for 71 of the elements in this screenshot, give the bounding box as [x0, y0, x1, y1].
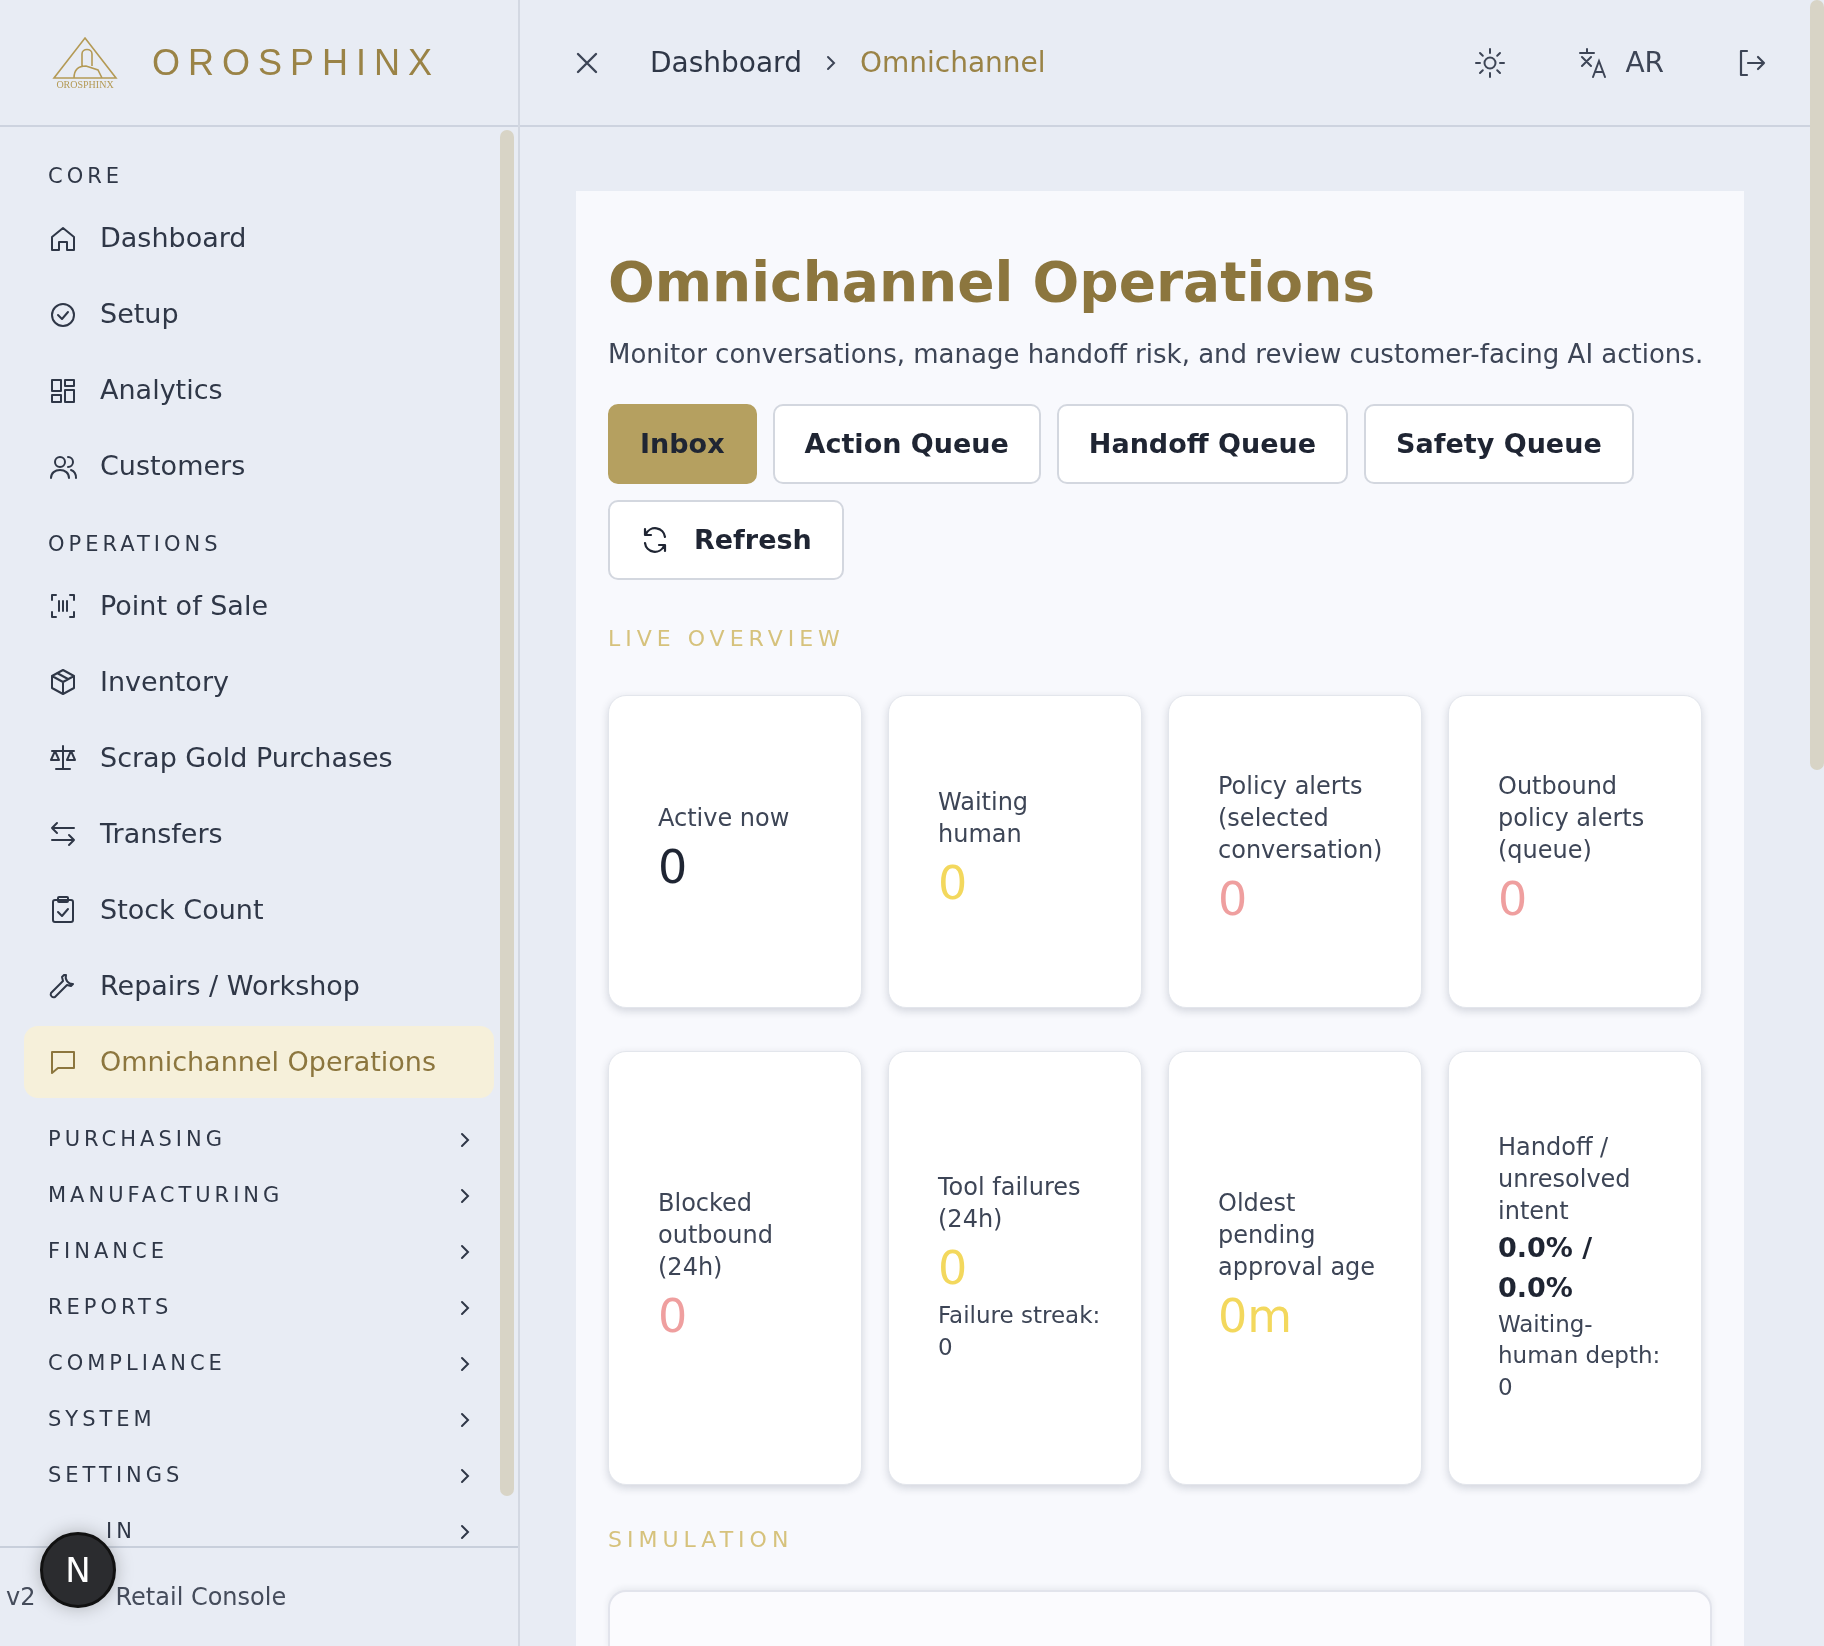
sidebar-item[interactable]: Inventory [24, 646, 494, 718]
metric-label: Oldest pending approval age [1218, 1187, 1377, 1283]
console-label: Retail Console [115, 1582, 287, 1613]
metric-label: Active now [658, 803, 791, 835]
tab[interactable]: Safety Queue [1364, 404, 1634, 484]
metric-value: 0 [1498, 871, 1529, 929]
metric-value: 0 [1218, 871, 1249, 929]
sphinx-logo-icon [52, 35, 118, 80]
metric-label: Waiting human [938, 787, 1030, 851]
tab[interactable]: Handoff Queue [1056, 404, 1349, 484]
nav-group[interactable]: FINANCE [24, 1224, 494, 1280]
chevron-right-icon [460, 1468, 470, 1484]
sidebar-item[interactable]: Stock Count [24, 874, 494, 946]
version-text: v2 [6, 1582, 36, 1613]
metric-value: 0 [658, 1287, 689, 1345]
nav-group[interactable]: PURCHASING [24, 1112, 494, 1168]
chevron-right-icon [825, 54, 836, 71]
nav-group[interactable]: SETTINGS [24, 1448, 494, 1504]
chevron-right-icon [460, 1188, 470, 1204]
breadcrumb-link[interactable]: Dashboard [650, 41, 802, 84]
section-label: SIMULATION [608, 1526, 795, 1554]
section-label: CORE [47, 163, 125, 190]
close-icon[interactable] [576, 51, 598, 74]
metric-label: Handoff / unresolved intent [1498, 1132, 1632, 1227]
metric-label: Blocked outbound (24h) [658, 1187, 774, 1283]
sidebar-item[interactable]: Scrap Gold Purchases [24, 722, 494, 794]
barcode-scan-icon [48, 591, 78, 621]
sidebar-item[interactable]: Omnichannel Operations [24, 1026, 494, 1098]
nav-group[interactable]: SYSTEM [24, 1392, 494, 1448]
section-label: LIVE OVERVIEW [608, 625, 846, 653]
metric-note: Failure streak: 0 [938, 1301, 1101, 1363]
scale-icon [48, 743, 78, 773]
chevron-right-icon [460, 1244, 470, 1260]
chevron-right-icon [460, 1300, 470, 1316]
sidebar-item[interactable]: Point of Sale [24, 570, 494, 642]
metric-value: 0 [938, 1239, 969, 1297]
chevron-right-icon [460, 1412, 470, 1428]
tab[interactable]: Inbox [608, 404, 757, 484]
sun-icon[interactable] [1475, 47, 1506, 78]
page-title: Omnichannel Operations [608, 249, 1377, 315]
metric-value: 0.0% / 0.0% [1498, 1230, 1594, 1306]
page-subtitle: Monitor conversations, manage handoff risk, and review customer-facing AI actions. [608, 338, 1705, 371]
section-label: OPERATIONS [47, 530, 223, 558]
sidebar-item[interactable]: Setup [24, 278, 494, 351]
brand-name: OROSPHINX [152, 40, 441, 85]
chevron-right-icon [460, 1524, 470, 1540]
sidebar-item[interactable]: Dashboard [24, 202, 494, 275]
scrollbar-thumb[interactable] [500, 130, 514, 1496]
chevron-right-icon [460, 1132, 470, 1148]
metric-label: Policy alerts (selected conversation) [1218, 771, 1381, 867]
language-toggle[interactable]: AR [1625, 41, 1664, 84]
metric-label: Outbound policy alerts (queue) [1498, 771, 1646, 867]
swap-arrows-icon [48, 819, 78, 849]
metric-value: 0m [1218, 1287, 1294, 1345]
refresh-button[interactable]: Refresh [608, 500, 844, 580]
sidebar-item[interactable]: Customers [24, 430, 494, 503]
nav-group[interactable]: REPORTS [24, 1280, 494, 1336]
chevron-right-icon [460, 1356, 470, 1372]
nav-group[interactable]: COMPLIANCE [24, 1336, 494, 1392]
scrollbar-thumb[interactable] [1810, 0, 1824, 770]
nav-group[interactable]: MANUFACTURING [24, 1168, 494, 1224]
box-icon [48, 667, 78, 697]
sidebar-item[interactable]: Analytics [24, 354, 494, 427]
logo-caption: OROSPHINX [56, 79, 114, 90]
sidebar-item[interactable]: Repairs / Workshop [24, 950, 494, 1022]
tab[interactable]: Action Queue [772, 404, 1041, 484]
sidebar-item[interactable]: Transfers [24, 798, 494, 870]
metric-value: 0 [938, 855, 969, 913]
metric-value: 0 [658, 839, 689, 897]
metric-label: Tool failures (24h) [938, 1172, 1082, 1236]
metric-note: Waiting-human depth: 0 [1498, 1309, 1661, 1403]
